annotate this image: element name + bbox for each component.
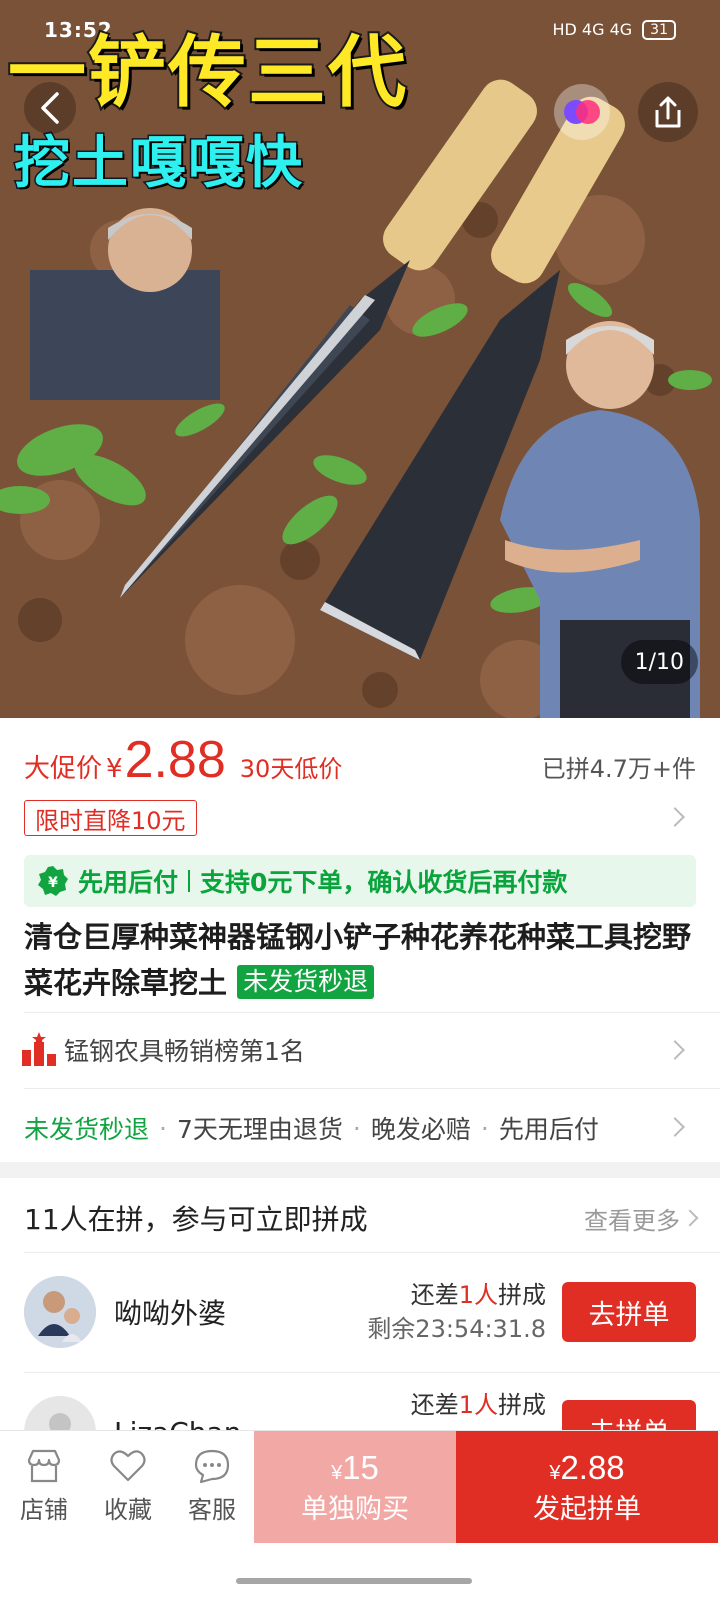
svg-text:¥: ¥ <box>48 875 58 891</box>
group-buy-header: 11人在拼，参与可立即拼成 查看更多 <box>24 1188 699 1248</box>
join-group-button[interactable]: 去拼单 <box>562 1282 696 1342</box>
service-separator: · <box>480 1113 489 1143</box>
bottom-tabs: 店铺 收藏 客服 <box>0 1431 254 1542</box>
section-gap <box>0 1162 720 1178</box>
pay-later-separator <box>188 870 191 892</box>
pay-later-text: 支持0元下单，确认收货后再付款 <box>200 868 568 897</box>
see-more-link[interactable]: 查看更多 <box>584 1201 699 1236</box>
pay-later-badge-icon: ¥ <box>38 866 68 896</box>
solo-price-value: 15 <box>342 1448 379 1486</box>
buy-alone-button[interactable]: ¥15 单独购买 <box>254 1431 456 1543</box>
store-tab[interactable]: 店铺 <box>2 1431 86 1542</box>
favorite-tab[interactable]: 收藏 <box>86 1431 170 1542</box>
group-label: 发起拼单 <box>533 1493 641 1525</box>
product-title: 清仓巨厚种菜神器锰钢小铲子种花养花种菜工具挖野菜花卉除草挖土 未发货秒退 <box>24 914 696 1006</box>
solo-currency: ¥ <box>331 1461 343 1484</box>
remaining-people: 还差1人拼成 <box>411 1388 546 1422</box>
network-indicator: HD 4G 4G <box>552 20 633 39</box>
group-leader-name: 呦呦外婆 <box>114 1297 227 1330</box>
favorite-tab-label: 收藏 <box>104 1496 152 1524</box>
service-separator: · <box>352 1113 361 1143</box>
promo-label: 大促价 <box>24 754 103 784</box>
sold-count: 已拼4.7万+件 <box>541 755 696 783</box>
brand-logo-icon <box>564 100 600 124</box>
need-count: 1人 <box>458 1281 498 1309</box>
need-prefix: 还差 <box>410 1391 459 1419</box>
solo-label: 单独购买 <box>301 1493 409 1525</box>
customer-service-tab-label: 客服 <box>188 1496 236 1524</box>
group-buy-title: 11人在拼，参与可立即拼成 <box>24 1203 368 1236</box>
ranking-text: 锰钢农具畅销榜第1名 <box>64 1037 305 1066</box>
store-tab-label: 店铺 <box>20 1496 68 1524</box>
pay-later-banner[interactable]: ¥ 先用后付 支持0元下单，确认收货后再付款 <box>24 855 696 907</box>
pay-later-label: 先用后付 <box>78 868 179 897</box>
chevron-right-icon <box>681 1209 699 1227</box>
service-item: 先用后付 <box>498 1115 599 1144</box>
service-item: 未发货秒退 <box>24 1115 150 1144</box>
group-price-value: 2.88 <box>560 1448 625 1486</box>
chevron-left-icon <box>41 92 59 124</box>
service-item: 晚发必赔 <box>370 1115 471 1144</box>
bottom-action-bar: 店铺 收藏 客服 ¥15 单独购买 ¥2.88 发起拼单 <box>0 1430 720 1543</box>
currency-symbol: ¥ <box>106 754 123 784</box>
avatar-image <box>24 1276 96 1348</box>
ranking-row[interactable]: 锰钢农具畅销榜第1名 <box>20 1020 696 1080</box>
remaining-people: 还差1人拼成 <box>367 1278 546 1312</box>
share-icon <box>655 96 681 128</box>
need-suffix: 拼成 <box>498 1391 546 1419</box>
group-status: 还差1人拼成 剩余23:54:31.8 <box>367 1278 546 1346</box>
sale-price: 2.88 <box>124 731 226 789</box>
brand-logo-button[interactable] <box>554 84 610 140</box>
low-price-tag: 30天低价 <box>239 755 343 783</box>
group-price: ¥2.88 <box>549 1449 624 1487</box>
avatar <box>24 1276 96 1348</box>
need-suffix: 拼成 <box>498 1281 546 1309</box>
store-icon <box>27 1449 61 1483</box>
customer-service-tab[interactable]: 客服 <box>170 1431 254 1542</box>
image-pager: 1/10 <box>620 640 698 684</box>
limited-discount-tag[interactable]: 限时直降10元 <box>24 800 197 836</box>
refund-badge: 未发货秒退 <box>237 965 375 999</box>
see-more-label: 查看更多 <box>584 1206 680 1235</box>
divider <box>24 1252 720 1253</box>
need-count: 1人 <box>458 1391 498 1419</box>
group-buy-item[interactable]: 呦呦外婆 还差1人拼成 剩余23:54:31.8 去拼单 <box>24 1262 696 1362</box>
chevron-right-icon[interactable] <box>665 807 685 827</box>
battery-icon: 31 <box>642 20 676 40</box>
share-button[interactable] <box>638 82 698 142</box>
divider <box>24 1088 720 1089</box>
group-currency: ¥ <box>549 1461 561 1484</box>
home-indicator[interactable] <box>236 1578 472 1584</box>
back-button[interactable] <box>24 82 76 134</box>
divider <box>24 1012 720 1013</box>
need-prefix: 还差 <box>410 1281 459 1309</box>
ranking-chart-icon <box>22 1032 56 1066</box>
start-group-button[interactable]: ¥2.88 发起拼单 <box>456 1431 718 1543</box>
product-image-carousel[interactable]: 13:52 HD 4G 4G 31 一铲传三代 挖土嘎嘎快 1/10 <box>0 0 720 718</box>
countdown-timer: 剩余23:54:31.8 <box>367 1315 546 1343</box>
status-icons: HD 4G 4G 31 <box>552 20 676 40</box>
service-item: 7天无理由退货 <box>176 1115 343 1144</box>
service-guarantees-row[interactable]: 未发货秒退 · 7天无理由退货 · 晚发必赔 · 先用后付 <box>24 1100 696 1156</box>
service-separator: · <box>159 1113 167 1143</box>
price-row: 大促价 ¥ 2.88 30天低价 已拼4.7万+件 <box>24 730 696 790</box>
heart-icon <box>110 1450 146 1482</box>
group-status: 还差1人拼成 <box>411 1388 546 1422</box>
divider <box>24 1372 720 1373</box>
chat-icon <box>194 1449 230 1484</box>
solo-price: ¥15 <box>331 1449 379 1487</box>
